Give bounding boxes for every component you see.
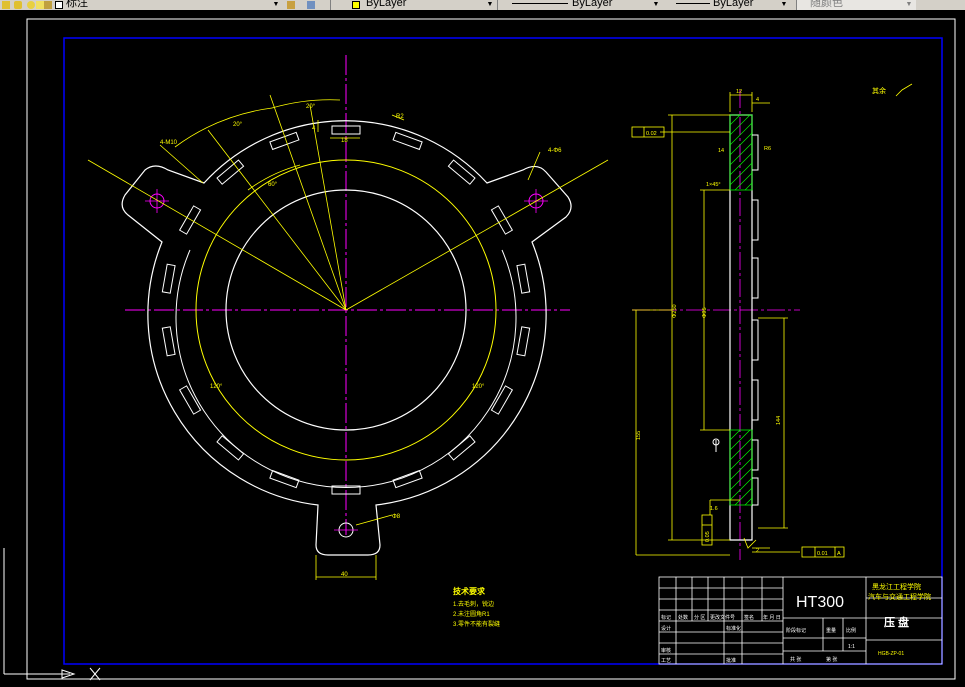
thickness-dim: 14 xyxy=(718,148,724,154)
outer-contour xyxy=(121,120,572,556)
perpendicularity-tol: 0.01 xyxy=(817,551,828,557)
tb-stage-label: 阶段标记 xyxy=(786,627,806,634)
tb-scale-value: 1:1 xyxy=(848,644,855,650)
width-dim-bottom: 40 xyxy=(341,572,348,578)
front-dimensions xyxy=(87,94,609,580)
tb-total-label: 共 张 xyxy=(790,656,801,663)
tb-std-label: 标准化 xyxy=(726,625,741,632)
tb-design-label: 设计 xyxy=(661,625,671,632)
slot-depth-dim: 4 xyxy=(312,126,316,132)
note-item: 2.未注圆角R1 xyxy=(453,610,490,618)
roughness-dim: 1.6 xyxy=(710,506,718,512)
front-view xyxy=(121,55,572,556)
position-tol: 0.05 xyxy=(705,531,711,542)
tb-doc-label: 更改文件号 xyxy=(710,614,735,621)
tb-weight-label: 重量 xyxy=(826,627,836,634)
tb-sheet-label: 第 张 xyxy=(826,656,837,663)
hole-dim-right: 4-Φ6 xyxy=(548,148,562,154)
side-dimensions xyxy=(632,92,800,556)
side-small-dim: 4 xyxy=(756,97,759,103)
tb-scale-label: 比例 xyxy=(846,627,856,634)
ucs-icon xyxy=(3,548,101,681)
radial-slot xyxy=(216,159,245,185)
radius-dim: R2 xyxy=(396,114,404,120)
angle-dim-bottom-left: 120° xyxy=(210,384,223,390)
tb-craft-label: 工艺 xyxy=(661,658,671,664)
side-annotations xyxy=(631,83,913,558)
radial-slot xyxy=(490,205,514,235)
bottom-small-dim: 2 xyxy=(756,548,759,554)
mid-dia-dim: Φ95 xyxy=(702,307,708,318)
tb-school: 黑龙江工程学院 xyxy=(872,582,921,591)
big-dia-dim: Φ250 xyxy=(672,304,678,318)
sheet-border xyxy=(63,37,943,665)
radial-slot xyxy=(392,469,423,489)
tb-drawing-number: HGB-ZP-01 xyxy=(878,651,904,657)
radial-slot xyxy=(269,469,300,489)
datum-label: A xyxy=(837,551,841,557)
title-block-texts: 标记 处数 分 区 更改文件号 签名 年 月 日 设计 标准化 审核 工艺 批准… xyxy=(661,582,931,664)
notes-title: 技术要求 xyxy=(453,586,486,596)
radial-slot xyxy=(216,435,245,461)
tb-zone-label: 分 区 xyxy=(694,614,705,621)
tb-sign-label: 签名 xyxy=(744,614,754,621)
radial-slot xyxy=(516,326,531,357)
note-item: 1.去毛刺，锐边 xyxy=(453,600,494,608)
height-dim-left: 155 xyxy=(636,431,642,440)
tb-review-label: 审核 xyxy=(661,647,671,654)
technical-notes: 技术要求 1.去毛刺，锐边 2.未注圆角R1 3.零件不能有裂缝 xyxy=(453,586,500,628)
dia-dim-bottom: Φ8 xyxy=(392,514,401,520)
radial-slot xyxy=(161,263,176,294)
rest-roughness-note: 其余 xyxy=(872,86,886,95)
hole-dim-left: 4-M10 xyxy=(160,140,178,146)
side-radius-dim: R6 xyxy=(764,146,771,152)
radial-slot xyxy=(161,326,176,357)
angle-dim-left: 20° xyxy=(233,122,243,128)
tb-college: 汽车与交通工程学院 xyxy=(868,592,931,601)
angle-dim-mid: 60° xyxy=(268,182,278,188)
radial-slot xyxy=(178,205,202,235)
angle-dim-bottom-right: 120° xyxy=(472,384,485,390)
tb-count-label: 处数 xyxy=(678,614,688,621)
tb-part-name: 压 盘 xyxy=(884,615,909,629)
angle-dim-top: 20° xyxy=(306,104,316,110)
radial-slot xyxy=(447,159,476,185)
tb-material: HT300 xyxy=(796,594,844,611)
height-dim-right: 144 xyxy=(776,416,782,425)
chamfer-dim: 1×45° xyxy=(706,182,721,188)
flatness-tol: 0.02 xyxy=(646,131,657,137)
side-dim-texts: 12 4 0.02 14 R6 1×45° Φ250 Φ95 155 144 2… xyxy=(636,86,886,557)
tb-mark-label: 标记 xyxy=(661,614,671,621)
side-width-dim: 12 xyxy=(736,89,742,95)
side-view xyxy=(632,90,800,560)
tb-approve-label: 批准 xyxy=(726,657,736,664)
slot-width-dim: 18 xyxy=(341,138,348,144)
radial-slot xyxy=(447,435,476,461)
note-item: 3.零件不能有裂缝 xyxy=(453,620,500,628)
tb-date-label: 年 月 日 xyxy=(763,614,781,621)
drawing-canvas[interactable]: 20° 20° 60° 18 4 R2 4-M10 4-Φ6 120° 120°… xyxy=(0,0,965,687)
radial-slot xyxy=(516,263,531,294)
